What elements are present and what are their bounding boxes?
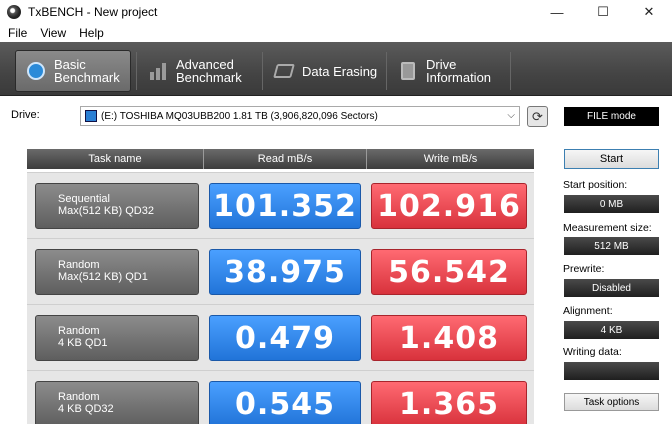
header-read: Read mB/s — [204, 149, 367, 169]
hard-drive-icon — [85, 110, 97, 122]
window-controls: — ☐ ✕ — [534, 0, 672, 24]
tab-basic-benchmark-label: Basic Benchmark — [54, 57, 120, 85]
tab-advanced-benchmark[interactable]: Advanced Benchmark — [138, 50, 258, 92]
write-result: 1.365 — [371, 381, 527, 424]
refresh-icon: ⟳ — [532, 108, 543, 124]
toolbar: Basic Benchmark Advanced Benchmark Data … — [0, 42, 672, 96]
header-write: Write mB/s — [367, 149, 534, 169]
task-button-random-4kb-qd32[interactable]: Random 4 KB QD32 — [35, 381, 199, 424]
drive-icon — [398, 61, 418, 81]
chevron-down-icon: ⌵ — [507, 110, 515, 121]
window-title: TxBENCH - New project — [28, 5, 158, 19]
menu-file[interactable]: File — [3, 26, 32, 40]
tab-drive-information[interactable]: Drive Information — [388, 50, 506, 92]
title-bar: TxBENCH - New project — ☐ ✕ — [0, 0, 672, 24]
maximize-button[interactable]: ☐ — [580, 0, 626, 24]
table-row: Random Max(512 KB) QD1 38.975 56.542 — [27, 238, 534, 302]
task-button-random-4kb-qd1[interactable]: Random 4 KB QD1 — [35, 315, 199, 361]
tab-advanced-benchmark-label: Advanced Benchmark — [176, 57, 242, 85]
eraser-icon — [273, 61, 295, 81]
app-icon — [7, 5, 21, 19]
read-result: 0.479 — [209, 315, 361, 361]
alignment-label: Alignment: — [563, 305, 613, 317]
menu-help[interactable]: Help — [74, 26, 109, 40]
measurement-size-value[interactable]: 512 MB — [564, 237, 659, 255]
task-options-button[interactable]: Task options — [564, 393, 659, 411]
prewrite-value[interactable]: Disabled — [564, 279, 659, 297]
tab-data-erasing[interactable]: Data Erasing — [264, 50, 384, 92]
tab-basic-benchmark[interactable]: Basic Benchmark — [15, 50, 131, 92]
toolbar-separator — [262, 52, 263, 90]
table-row: Random 4 KB QD32 0.545 1.365 — [27, 370, 534, 424]
table-row: Random 4 KB QD1 0.479 1.408 — [27, 304, 534, 368]
minimize-button[interactable]: — — [534, 0, 580, 24]
refresh-button[interactable]: ⟳ — [527, 106, 548, 127]
write-result: 1.408 — [371, 315, 527, 361]
toolbar-separator — [510, 52, 511, 90]
toolbar-separator — [386, 52, 387, 90]
results-header: Task name Read mB/s Write mB/s — [27, 149, 534, 169]
drive-label: Drive: — [11, 109, 40, 121]
menu-view[interactable]: View — [35, 26, 71, 40]
alignment-value[interactable]: 4 KB — [564, 321, 659, 339]
start-button[interactable]: Start — [564, 149, 659, 169]
start-position-label: Start position: — [563, 179, 628, 191]
toolbar-separator — [136, 52, 137, 90]
write-result: 56.542 — [371, 249, 527, 295]
measurement-size-label: Measurement size: — [563, 222, 652, 234]
read-result: 0.545 — [209, 381, 361, 424]
prewrite-label: Prewrite: — [563, 263, 605, 275]
mode-indicator[interactable]: FILE mode — [564, 107, 659, 126]
task-button-random-512kb-qd1[interactable]: Random Max(512 KB) QD1 — [35, 249, 199, 295]
drive-select[interactable]: (E:) TOSHIBA MQ03UBB200 1.81 TB (3,906,8… — [80, 106, 520, 126]
table-row: Sequential Max(512 KB) QD32 101.352 102.… — [27, 172, 534, 236]
writing-data-label: Writing data: — [563, 346, 622, 358]
bar-chart-icon — [148, 61, 168, 81]
header-task-name: Task name — [27, 149, 204, 169]
tab-data-erasing-label: Data Erasing — [302, 63, 378, 79]
read-result: 38.975 — [209, 249, 361, 295]
read-result: 101.352 — [209, 183, 361, 229]
menu-bar: File View Help — [0, 24, 672, 42]
task-button-sequential-qd32[interactable]: Sequential Max(512 KB) QD32 — [35, 183, 199, 229]
drive-select-value: (E:) TOSHIBA MQ03UBB200 1.81 TB (3,906,8… — [101, 110, 378, 122]
close-button[interactable]: ✕ — [626, 0, 672, 24]
start-position-value[interactable]: 0 MB — [564, 195, 659, 213]
writing-data-value[interactable] — [564, 362, 659, 380]
stopwatch-icon — [26, 61, 46, 81]
tab-drive-information-label: Drive Information — [426, 57, 492, 85]
results-table: Sequential Max(512 KB) QD32 101.352 102.… — [27, 172, 534, 424]
write-result: 102.916 — [371, 183, 527, 229]
